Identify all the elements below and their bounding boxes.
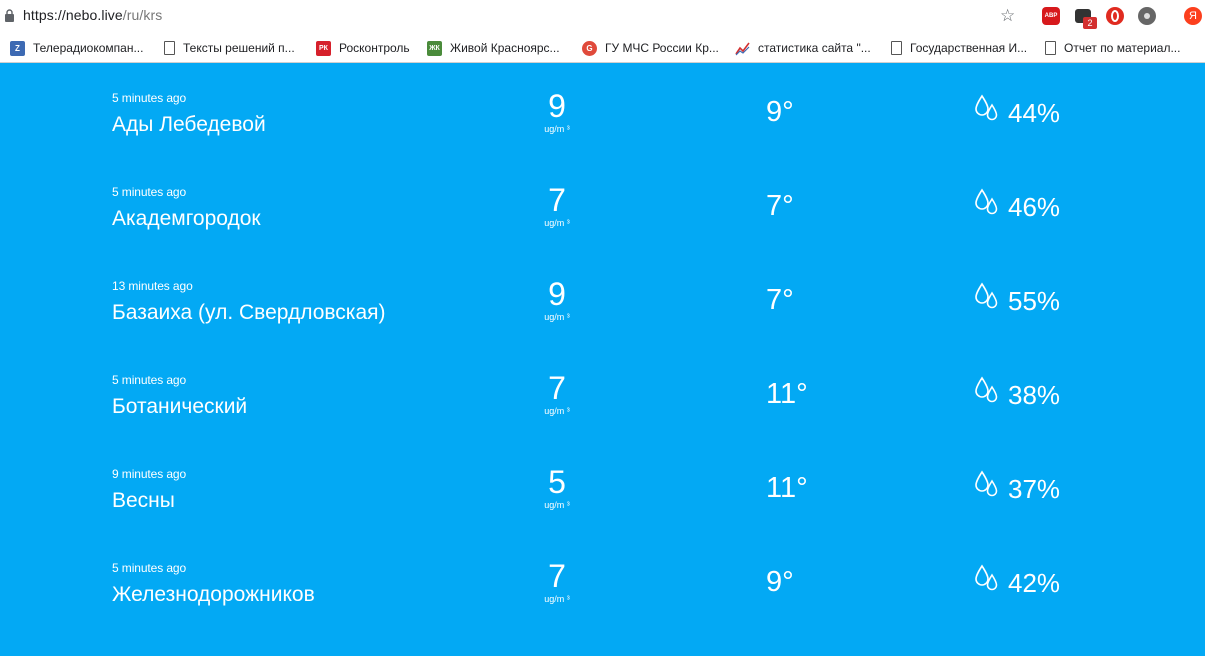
yandex-profile-icon[interactable]: Я	[1184, 7, 1202, 25]
pm-value: 9	[548, 276, 566, 312]
google-plus-icon: G	[582, 40, 597, 56]
station-name[interactable]: Железнодорожников	[112, 583, 315, 607]
bookmark-label: Тексты решений п...	[183, 41, 295, 55]
bookmark-label: статистика сайта "...	[758, 41, 871, 55]
station-update-time: 5 minutes ago	[112, 373, 187, 387]
pm-value: 7	[548, 182, 566, 218]
lock-icon[interactable]	[5, 9, 14, 22]
film-reel-extension-icon[interactable]	[1138, 7, 1156, 25]
station-name[interactable]: Ботанический	[112, 395, 247, 419]
humidity-value: 44%	[1008, 98, 1061, 128]
roskontrol-icon: РК	[316, 40, 331, 56]
bookmark-label: Отчет по материал...	[1064, 41, 1181, 55]
pm-unit: ug/m ³	[544, 594, 570, 604]
station-name[interactable]: Весны	[112, 489, 175, 513]
station-name[interactable]: Ады Лебедевой	[112, 113, 266, 137]
bookmark-label: Государственная И...	[910, 41, 1028, 55]
pm-unit: ug/m ³	[544, 312, 570, 322]
humidity-drops-icon	[975, 376, 998, 403]
station-update-time: 5 minutes ago	[112, 561, 187, 575]
opera-extension-icon[interactable]	[1106, 7, 1124, 25]
humidity-value: 38%	[1008, 380, 1061, 410]
pm-value: 9	[548, 88, 566, 124]
chart-line-icon	[735, 42, 750, 55]
address-bar: https://nebo.live/ru/krs ☆ ABP 2 Я	[0, 0, 1205, 33]
pm-value: 7	[548, 558, 566, 594]
temperature-value: 11°	[766, 472, 808, 504]
station-row[interactable]: 5 minutes ago Ботанический 7 ug/m ³ 11° …	[0, 346, 1205, 440]
station-row[interactable]: 5 minutes ago Железнодорожников 7 ug/m ³…	[0, 534, 1205, 628]
adblock-extension-icon[interactable]: ABP	[1042, 7, 1060, 25]
bookmark-label: ГУ МЧС России Кр...	[605, 41, 719, 55]
station-row[interactable]: 13 minutes ago Базаиха (ул. Свердловская…	[0, 252, 1205, 346]
temperature-value: 7°	[766, 284, 794, 316]
station-row[interactable]: 5 minutes ago Ады Лебедевой 9 ug/m ³ 9° …	[0, 64, 1205, 158]
pm-unit: ug/m ³	[544, 218, 570, 228]
url-field[interactable]: https://nebo.live/ru/krs	[23, 7, 162, 23]
messages-badge: 2	[1083, 17, 1097, 29]
bookmark-item[interactable]: G ГУ МЧС России Кр...	[582, 40, 719, 56]
humidity-value: 55%	[1008, 286, 1061, 316]
bookmark-item[interactable]: РК Росконтроль	[316, 40, 410, 56]
station-row[interactable]: 5 minutes ago Академгородок 7 ug/m ³ 7° …	[0, 158, 1205, 252]
station-update-time: 5 minutes ago	[112, 91, 187, 105]
temperature-value: 9°	[766, 566, 794, 598]
pm-unit: ug/m ³	[544, 124, 570, 134]
humidity-value: 42%	[1008, 568, 1061, 598]
pm-value: 7	[548, 370, 566, 406]
station-update-time: 5 minutes ago	[112, 185, 187, 199]
bookmark-label: Росконтроль	[339, 41, 410, 55]
url-path: /ru/krs	[122, 7, 163, 23]
bookmark-item[interactable]: статистика сайта "...	[735, 40, 871, 56]
bookmark-label: Живой Красноярс...	[450, 41, 560, 55]
temperature-value: 7°	[766, 190, 794, 222]
bookmark-item[interactable]: Государственная И...	[891, 40, 1027, 56]
document-icon	[1045, 41, 1056, 55]
humidity-drops-icon	[975, 470, 998, 497]
station-name[interactable]: Базаиха (ул. Свердловская)	[112, 301, 386, 325]
zhk-icon: ЖК	[427, 40, 442, 56]
bookmark-label: Телерадиокомпан...	[33, 41, 144, 55]
bookmark-item[interactable]: Отчет по материал...	[1045, 40, 1180, 56]
pm-unit: ug/m ³	[544, 406, 570, 416]
humidity-drops-icon	[975, 564, 998, 591]
temperature-value: 11°	[766, 378, 808, 410]
z-icon: Z	[10, 40, 25, 56]
document-icon	[891, 41, 902, 55]
station-name[interactable]: Академгородок	[112, 207, 261, 231]
bookmarks-bar: Z Телерадиокомпан... Тексты решений п...…	[0, 33, 1205, 63]
humidity-value: 46%	[1008, 192, 1061, 222]
station-update-time: 13 minutes ago	[112, 279, 193, 293]
temperature-value: 9°	[766, 96, 794, 128]
bookmark-item[interactable]: Z Телерадиокомпан...	[10, 40, 143, 56]
station-update-time: 9 minutes ago	[112, 467, 187, 481]
station-row[interactable]: 9 minutes ago Весны 5 ug/m ³ 11° 37%	[0, 440, 1205, 534]
pm-unit: ug/m ³	[544, 500, 570, 510]
document-icon	[164, 41, 175, 55]
url-host: https://nebo.live	[23, 7, 123, 23]
humidity-drops-icon	[975, 188, 998, 215]
pm-value: 5	[548, 464, 566, 500]
humidity-value: 37%	[1008, 474, 1061, 504]
bookmark-star-icon[interactable]: ☆	[1000, 7, 1015, 25]
humidity-drops-icon	[975, 94, 998, 121]
humidity-drops-icon	[975, 282, 998, 309]
bookmark-item[interactable]: ЖК Живой Красноярс...	[427, 40, 560, 56]
bookmark-item[interactable]: Тексты решений п...	[164, 40, 295, 56]
